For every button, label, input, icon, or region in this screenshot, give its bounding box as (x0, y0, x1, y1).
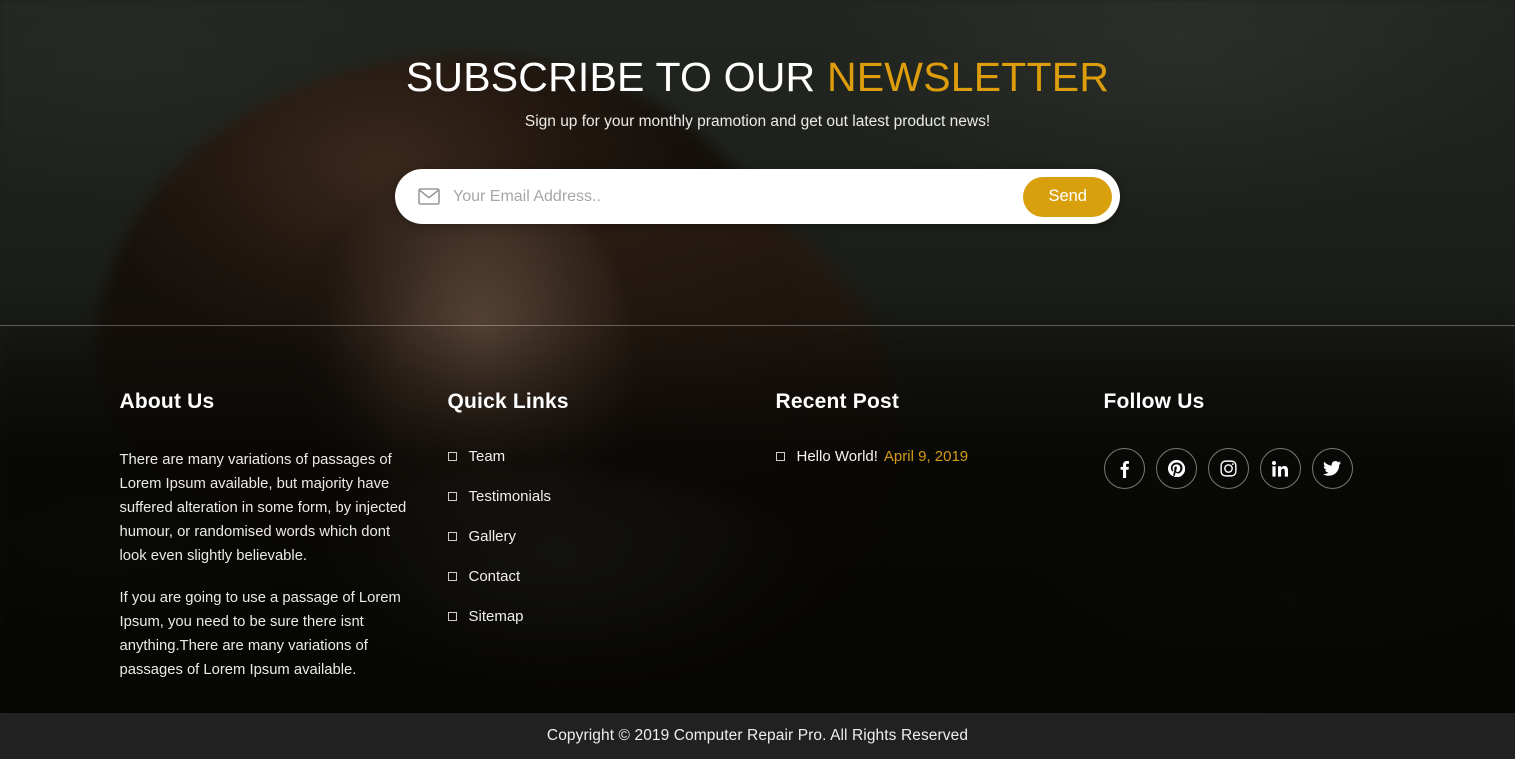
subscribe-heading: SUBSCRIBE TO OUR NEWSLETTER (0, 54, 1515, 101)
quick-link-testimonials[interactable]: Testimonials (469, 488, 552, 505)
footer-column-follow-us: Follow Us (1103, 390, 1394, 682)
social-link-linkedin[interactable] (1259, 448, 1301, 489)
square-bullet-icon (447, 492, 457, 501)
recent-post-item-date: April 9, 2019 (883, 448, 969, 465)
pinterest-icon (1167, 460, 1185, 477)
facebook-icon (1120, 460, 1129, 478)
quick-link-contact[interactable]: Contact (469, 568, 521, 585)
recent-post-item-title[interactable]: Hello World! (797, 448, 878, 465)
envelope-icon (417, 185, 441, 209)
square-bullet-icon (775, 452, 785, 461)
square-bullet-icon (447, 452, 457, 461)
recent-post-list: Hello World! April 9, 2019 (775, 448, 1104, 465)
send-button[interactable]: Send (1023, 176, 1112, 217)
follow-us-title: Follow Us (1103, 390, 1205, 413)
social-link-instagram[interactable] (1207, 448, 1249, 489)
list-item[interactable]: Team (447, 448, 776, 465)
square-bullet-icon (447, 532, 457, 541)
social-link-pinterest[interactable] (1155, 448, 1197, 489)
footer-columns-section: About Us There are many variations of pa… (0, 326, 1515, 713)
recent-post-title: Recent Post (775, 390, 900, 413)
list-item[interactable]: Gallery (447, 528, 776, 545)
social-links-row (1103, 448, 1394, 489)
subscribe-description: Sign up for your monthly pramotion and g… (524, 113, 991, 131)
subscribe-heading-accent: NEWSLETTER (826, 54, 1110, 100)
copyright-bar: Copyright © 2019 Computer Repair Pro. Al… (0, 713, 1515, 759)
footer-page: SUBSCRIBE TO OUR NEWSLETTER Sign up for … (0, 0, 1515, 759)
social-link-twitter[interactable] (1311, 448, 1353, 489)
quick-link-gallery[interactable]: Gallery (469, 528, 517, 545)
footer-columns: About Us There are many variations of pa… (118, 390, 1398, 682)
subscribe-section: SUBSCRIBE TO OUR NEWSLETTER Sign up for … (0, 0, 1515, 325)
footer-column-about: About Us There are many variations of pa… (120, 390, 448, 682)
square-bullet-icon (447, 572, 457, 581)
list-item[interactable]: Hello World! April 9, 2019 (775, 448, 1104, 465)
copyright-text: Copyright © 2019 Computer Repair Pro. Al… (546, 727, 969, 744)
quick-link-sitemap[interactable]: Sitemap (469, 608, 524, 625)
footer-column-quick-links: Quick Links Team Testimonials Gallery Co… (447, 390, 776, 682)
list-item[interactable]: Contact (447, 568, 776, 585)
about-us-paragraph: There are many variations of passages of… (119, 452, 407, 564)
newsletter-form: Send (395, 169, 1120, 225)
social-link-facebook[interactable] (1103, 448, 1145, 489)
twitter-icon (1323, 461, 1341, 476)
email-input[interactable] (451, 176, 1024, 217)
about-us-paragraph: If you are going to use a passage of Lor… (119, 590, 401, 678)
square-bullet-icon (447, 612, 457, 621)
list-item[interactable]: Testimonials (447, 488, 776, 505)
list-item[interactable]: Sitemap (447, 608, 776, 625)
linkedin-icon (1271, 460, 1289, 477)
quick-links-title: Quick Links (447, 390, 569, 413)
subscribe-heading-main: SUBSCRIBE TO OUR (405, 54, 827, 100)
footer-column-recent-post: Recent Post Hello World! April 9, 2019 (775, 390, 1104, 682)
quick-link-team[interactable]: Team (469, 448, 506, 465)
instagram-icon (1219, 460, 1237, 477)
about-us-title: About Us (119, 390, 215, 413)
quick-links-list: Team Testimonials Gallery Contact Sitema… (447, 448, 776, 625)
